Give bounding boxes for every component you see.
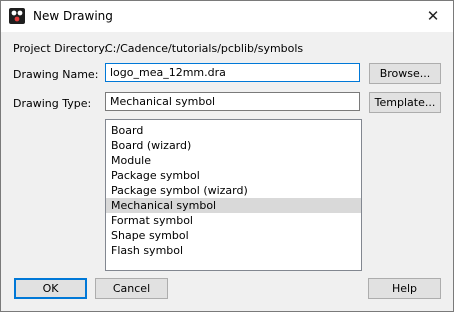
cancel-button[interactable]: Cancel	[95, 278, 168, 299]
list-item[interactable]: Format symbol	[106, 213, 361, 228]
drawing-type-list[interactable]: Board Board (wizard) Module Package symbol P…	[105, 119, 362, 271]
title-bar: New Drawing ✕	[1, 1, 453, 32]
list-item[interactable]: Flash symbol	[106, 243, 361, 258]
cadence-app-icon	[9, 8, 25, 24]
drawing-type-field[interactable]: Mechanical symbol	[105, 92, 360, 111]
list-item[interactable]: Mechanical symbol	[106, 198, 361, 213]
drawing-type-label: Drawing Type:	[13, 97, 92, 110]
close-icon[interactable]: ✕	[413, 1, 453, 32]
ok-button[interactable]: OK	[14, 278, 87, 299]
drawing-name-field[interactable]: logo_mea_12mm.dra	[105, 63, 360, 82]
new-drawing-dialog: New Drawing ✕ Project Directory: C:/Cade…	[0, 0, 454, 312]
list-item[interactable]: Package symbol (wizard)	[106, 183, 361, 198]
window-title: New Drawing	[33, 9, 113, 23]
list-item[interactable]: Module	[106, 153, 361, 168]
list-item[interactable]: Shape symbol	[106, 228, 361, 243]
help-button[interactable]: Help	[368, 278, 441, 299]
list-item[interactable]: Package symbol	[106, 168, 361, 183]
drawing-name-label: Drawing Name:	[13, 68, 99, 81]
browse-button[interactable]: Browse...	[369, 63, 441, 84]
list-item[interactable]: Board (wizard)	[106, 138, 361, 153]
template-button[interactable]: Template...	[369, 92, 441, 113]
project-directory-label: Project Directory:	[13, 42, 108, 55]
project-directory-value: C:/Cadence/tutorials/pcblib/symbols	[105, 42, 304, 55]
list-item[interactable]: Board	[106, 123, 361, 138]
